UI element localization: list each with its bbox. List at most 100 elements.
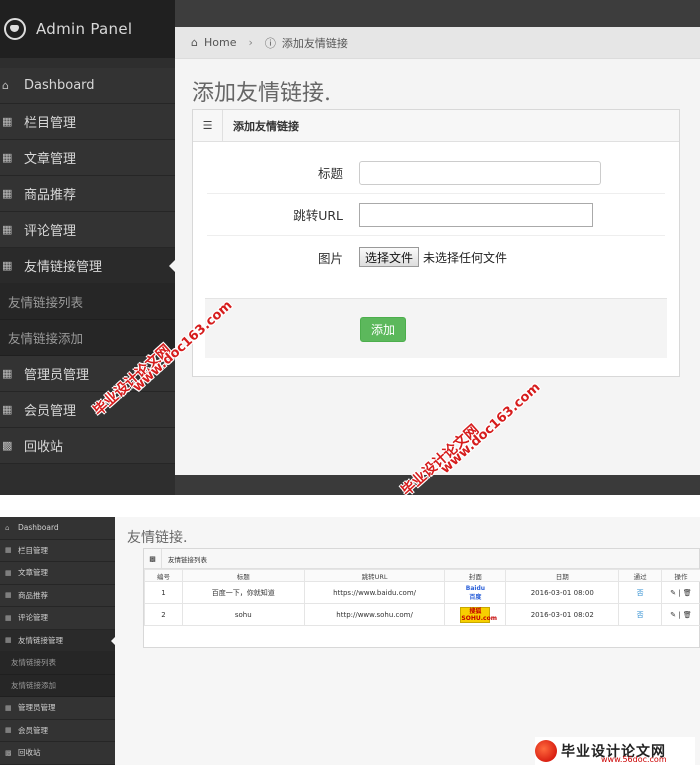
cell-approved[interactable]: 否: [618, 581, 663, 604]
sidebar-item-links[interactable]: ▦ 友情链接管理: [0, 629, 115, 652]
chevron-right-icon: ›: [248, 36, 253, 49]
cell-date: 2016-03-01 08:02: [505, 603, 620, 626]
sidebar-subitem-link-add[interactable]: 友情链接添加: [0, 674, 115, 697]
cell-cover: Baidu百度: [444, 581, 507, 604]
sidebar-item-members[interactable]: ▦ 会员管理: [0, 719, 115, 742]
sidebar-item-products[interactable]: ▦ 商品推荐: [0, 176, 175, 212]
page-title: 添加友情链接.: [192, 81, 331, 106]
cell-actions: ✎ | 🗑: [661, 603, 700, 626]
link-table: 编号 标题 跳转URL 封面 日期 通过 操作 1 百度一下，你就知道 http…: [144, 569, 700, 626]
grid-icon: ▩: [144, 548, 162, 569]
sidebar: Admin Panel ⌂ Dashboard ▦ 栏目管理 ▦ 文章管理 ▦ 商品推荐…: [0, 0, 175, 495]
home-icon: ⌂: [191, 36, 198, 49]
sidebar-subitem-link-list[interactable]: 友情链接列表: [0, 652, 115, 675]
list-icon: ▦: [5, 591, 12, 600]
cell-title: 百度一下，你就知道: [181, 581, 305, 604]
table-row: 2 sohu http://www.sohu.com/ 搜狐 SOHU.com …: [144, 603, 700, 626]
sidebar-item-columns[interactable]: ▦ 栏目管理: [0, 539, 115, 562]
sidebar-item-recycle[interactable]: ▩ 回收站: [0, 428, 175, 464]
sidebar-item-dashboard[interactable]: ⌂ Dashboard: [0, 68, 175, 104]
sidebar-item-comments[interactable]: ▦ 评论管理: [0, 212, 175, 248]
breadcrumb-current: 添加友情链接: [281, 36, 348, 50]
sidebar-item-admins[interactable]: ▦ 管理员管理: [0, 697, 115, 720]
main-content: ⌂ Home › ⓘ 添加友情链接 添加友情链接. ☰ 添加友情链接 标题 跳转…: [175, 27, 700, 475]
file-status: 未选择任何文件: [423, 250, 508, 265]
menu-icon: ☰: [193, 109, 223, 142]
form-row-image: 图片 选择文件 未选择任何文件: [207, 236, 665, 278]
form-row-title: 标题: [207, 152, 665, 194]
footer-bar: [175, 475, 700, 495]
sidebar-item-articles[interactable]: ▦ 文章管理: [0, 562, 115, 585]
cell-approved[interactable]: 否: [618, 603, 663, 626]
image-label: 图片: [317, 250, 343, 266]
link-list-screenshot: ⌂ Dashboard ▦ 栏目管理 ▦ 文章管理 ▦ 商品推荐 ▦ 评论管理 ▦ 友情链接…: [0, 517, 700, 765]
panel-header: ☰ 添加友情链接: [193, 109, 679, 142]
panel-title: 添加友情链接: [233, 119, 299, 133]
sidebar-small: ⌂ Dashboard ▦ 栏目管理 ▦ 文章管理 ▦ 商品推荐 ▦ 评论管理 ▦ 友情链接…: [0, 517, 115, 765]
add-button[interactable]: 添加: [360, 317, 406, 342]
list-icon: ▦: [5, 726, 12, 735]
home-icon: ⌂: [5, 523, 10, 532]
trash-icon[interactable]: 🗑: [683, 611, 692, 619]
sidebar-item-products[interactable]: ▦ 商品推荐: [0, 584, 115, 607]
list-icon: ▦: [5, 613, 12, 622]
corner-watermark: 毕业设计论文网 www.56doc.com: [535, 737, 695, 765]
brand-title: Admin Panel: [36, 20, 133, 38]
sidebar-item-articles[interactable]: ▦ 文章管理: [0, 140, 175, 176]
cell-cover: 搜狐 SOHU.com: [444, 603, 507, 626]
column-header: 日期: [505, 569, 620, 582]
column-header: 跳转URL: [303, 569, 446, 582]
home-icon: ⌂: [2, 79, 9, 92]
breadcrumb-home[interactable]: Home: [204, 36, 236, 49]
sidebar-item-members[interactable]: ▦ 会员管理: [0, 392, 175, 428]
site-emblem-icon: [535, 740, 557, 762]
list-icon: ▦: [2, 403, 13, 416]
grid-icon: ▩: [5, 748, 12, 757]
form-actions: 添加: [205, 298, 667, 358]
brand-bar[interactable]: Admin Panel: [0, 0, 175, 58]
sohu-logo: 搜狐 SOHU.com: [460, 606, 497, 623]
url-label: 跳转URL: [293, 208, 343, 223]
choose-file-button[interactable]: 选择文件: [359, 247, 420, 267]
cell-url: http://www.sohu.com/: [303, 603, 446, 626]
cell-title: sohu: [181, 603, 305, 626]
table-row: 1 百度一下，你就知道 https://www.baidu.com/ Baidu…: [144, 581, 700, 604]
list-icon: ▦: [2, 187, 13, 200]
brand-logo-icon: [4, 18, 26, 40]
list-icon: ▦: [5, 703, 12, 712]
table-header-row: 编号 标题 跳转URL 封面 日期 通过 操作: [144, 569, 700, 582]
list-icon: ▦: [5, 568, 12, 577]
list-icon: ▦: [2, 151, 13, 164]
edit-icon[interactable]: ✎: [670, 611, 676, 619]
sidebar-item-columns[interactable]: ▦ 栏目管理: [0, 104, 175, 140]
corner-watermark-url: www.56doc.com: [601, 755, 667, 764]
cell-date: 2016-03-01 08:00: [505, 581, 620, 604]
action-separator: |: [678, 588, 681, 597]
list-icon: ▦: [5, 546, 12, 555]
trash-icon[interactable]: 🗑: [683, 589, 692, 597]
list-icon: ▦: [2, 223, 13, 236]
column-header: 操作: [661, 569, 700, 582]
cell-id: 2: [144, 603, 183, 626]
column-header: 封面: [444, 569, 507, 582]
panel-header: ▩ 友情链接列表: [144, 548, 699, 569]
list-icon: ▦: [2, 367, 13, 380]
cell-url: https://www.baidu.com/: [303, 581, 446, 604]
title-label: 标题: [317, 166, 343, 181]
title-input[interactable]: [359, 160, 601, 185]
sidebar-item-links[interactable]: ▦ 友情链接管理: [0, 248, 175, 284]
edit-icon[interactable]: ✎: [670, 589, 676, 597]
add-link-panel: ☰ 添加友情链接 标题 跳转URL 图片 选择文件 未选择任何文件 添加: [192, 109, 680, 377]
sidebar-subitem-link-list[interactable]: 友情链接列表: [0, 284, 175, 320]
sidebar-item-recycle[interactable]: ▩ 回收站: [0, 742, 115, 765]
list-icon: ▦: [2, 259, 13, 272]
link-list-panel: ▩ 友情链接列表 编号 标题 跳转URL 封面 日期 通过 操作 1 百度一下，…: [143, 548, 700, 648]
list-icon: ▦: [5, 636, 12, 645]
action-separator: |: [678, 610, 681, 619]
sidebar-item-dashboard[interactable]: ⌂ Dashboard: [0, 517, 115, 540]
url-input[interactable]: [359, 202, 593, 227]
info-icon: ⓘ: [264, 36, 276, 50]
panel-title: 友情链接列表: [168, 555, 207, 564]
cell-actions: ✎ | 🗑: [661, 581, 700, 604]
sidebar-item-comments[interactable]: ▦ 评论管理: [0, 607, 115, 630]
